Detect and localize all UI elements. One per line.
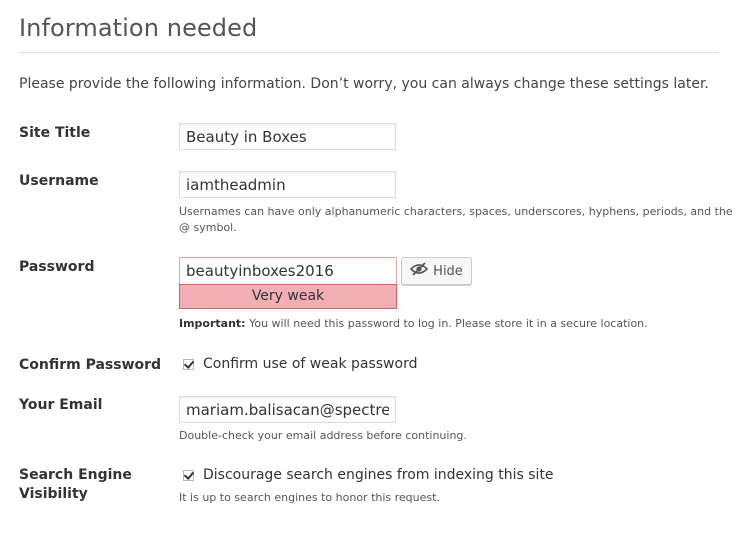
password-hint: Important: You will need this password t… [179, 316, 648, 332]
discourage-search-label[interactable]: Discourage search engines from indexing … [203, 467, 554, 483]
install-form: Information needed Please provide the fo… [0, 0, 741, 534]
username-hint-line1: Usernames can have only alphanumeric cha… [179, 205, 733, 218]
password-strength-meter: Very weak [179, 284, 397, 309]
hide-password-button[interactable]: Hide [401, 257, 472, 285]
title-divider [19, 52, 719, 53]
discourage-search-checkbox[interactable] [183, 469, 194, 481]
username-hint: Usernames can have only alphanumeric cha… [179, 204, 733, 236]
confirm-weak-password-row: Confirm use of weak password [183, 356, 417, 372]
search-engine-visibility-label: Search Engine Visibility [19, 466, 132, 504]
search-engine-label-line2: Visibility [19, 486, 88, 502]
password-hint-text: You will need this password to log in. P… [245, 317, 648, 330]
email-input[interactable] [179, 396, 396, 423]
search-engine-hint: It is up to search engines to honor this… [179, 491, 440, 504]
intro-text: Please provide the following information… [19, 76, 709, 92]
password-hint-important: Important: [179, 317, 246, 330]
password-input[interactable] [179, 257, 397, 284]
page-title: Information needed [19, 14, 258, 42]
hide-button-label: Hide [433, 263, 463, 279]
username-hint-line2: @ symbol. [179, 221, 237, 234]
password-label: Password [19, 259, 95, 275]
email-hint: Double-check your email address before c… [179, 429, 467, 442]
confirm-weak-password-checkbox[interactable] [183, 358, 194, 370]
confirm-password-label: Confirm Password [19, 357, 162, 373]
username-label: Username [19, 173, 99, 189]
email-label: Your Email [19, 397, 103, 413]
confirm-weak-password-label[interactable]: Confirm use of weak password [203, 356, 417, 372]
eye-slash-icon [410, 262, 429, 280]
site-title-input[interactable] [179, 123, 396, 150]
discourage-search-row: Discourage search engines from indexing … [183, 467, 554, 483]
username-input[interactable] [179, 171, 396, 198]
search-engine-label-line1: Search Engine [19, 467, 132, 483]
site-title-label: Site Title [19, 125, 91, 141]
